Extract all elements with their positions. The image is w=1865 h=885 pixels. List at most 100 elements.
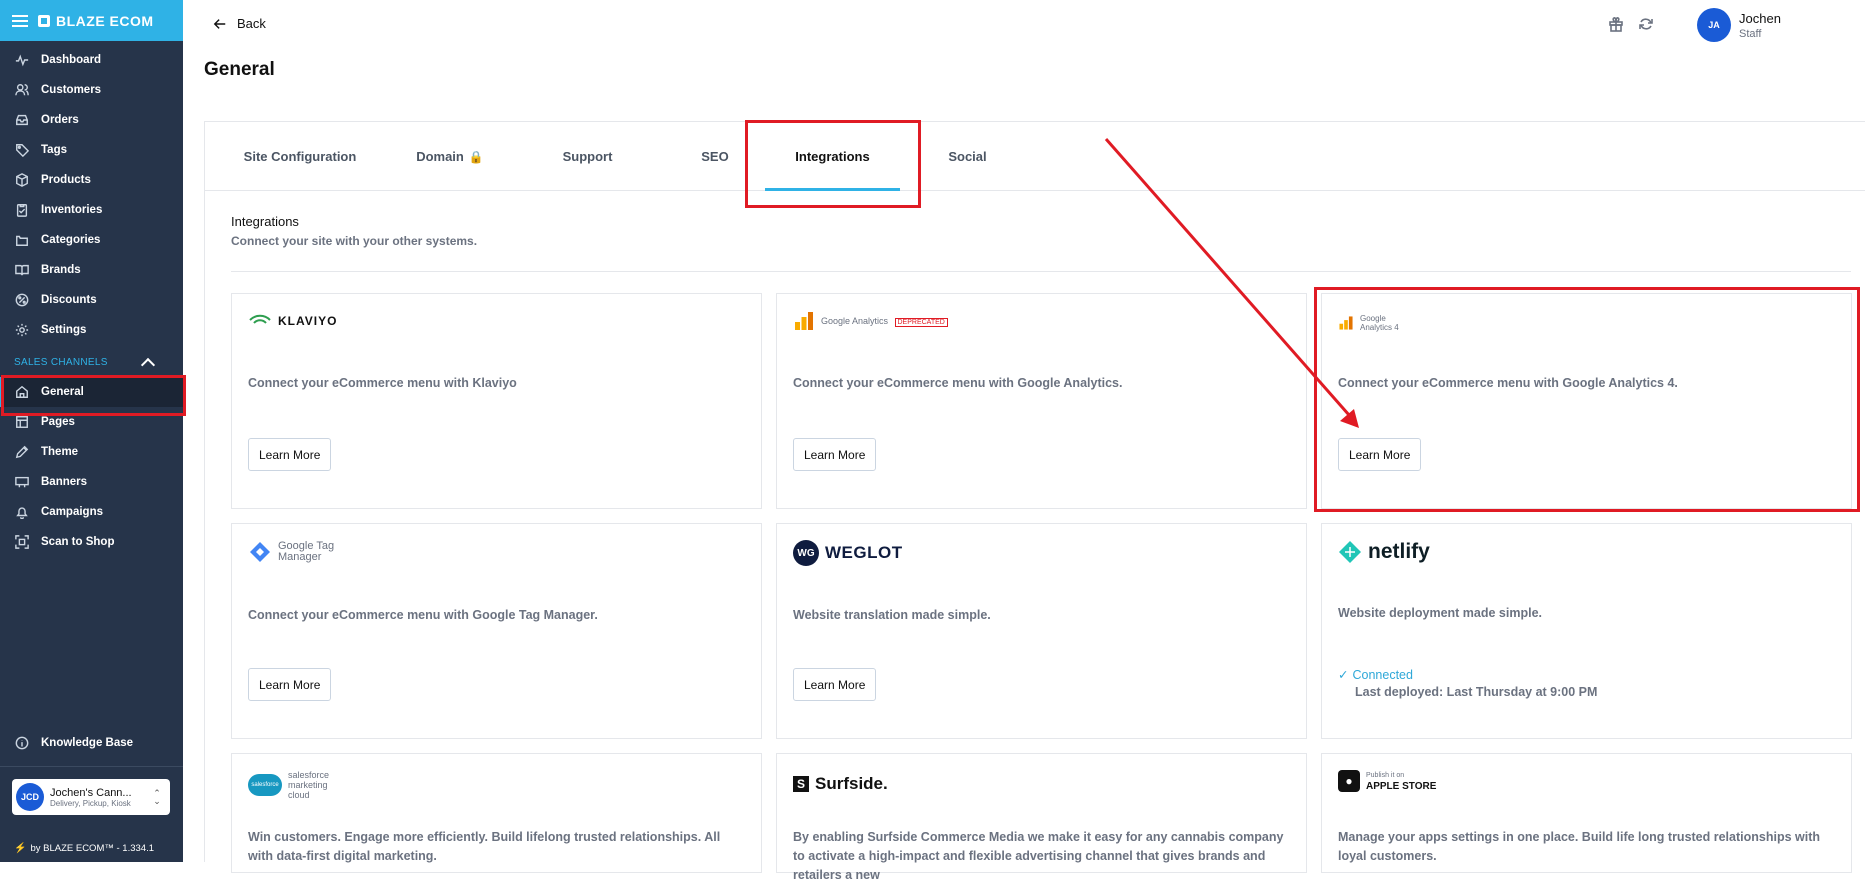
learn-more-button[interactable]: Learn More	[248, 668, 332, 701]
customers-icon	[15, 84, 29, 96]
sidebar-item-label: Knowledge Base	[41, 737, 134, 749]
tag-icon	[16, 144, 29, 157]
gift-icon[interactable]	[1608, 16, 1624, 32]
blaze-logo-icon	[38, 14, 50, 27]
tag-manager-icon	[250, 542, 270, 562]
sidebar-item-label: Campaigns	[41, 506, 103, 518]
arrow-left-icon	[213, 18, 226, 29]
user-role: Staff	[1739, 27, 1762, 40]
integration-card-klaviyo: KLAVIYO Connect your eCommerce menu with…	[231, 293, 762, 509]
dashboard-icon	[15, 54, 29, 67]
tab-social[interactable]: Social	[910, 122, 1025, 191]
sidebar-item-brands[interactable]: Brands	[0, 255, 183, 285]
sidebar-item-categories[interactable]: Categories	[0, 225, 183, 255]
sidebar-item-label: Pages	[41, 416, 75, 428]
card-description: Connect your eCommerce menu with Klaviyo	[248, 376, 517, 390]
sidebar-item-orders[interactable]: Orders	[0, 105, 183, 135]
page-title: General	[204, 59, 275, 80]
back-button[interactable]: Back	[213, 16, 266, 31]
integration-card-google-analytics: Google Analytics DEPRECATED Connect your…	[776, 293, 1307, 509]
sidebar-item-customers[interactable]: Customers	[0, 75, 183, 105]
learn-more-button[interactable]: Learn More	[248, 438, 332, 471]
integration-card-netlify: netlify Website deployment made simple. …	[1321, 523, 1852, 739]
sidebar-item-label: Categories	[41, 234, 101, 246]
user-info: Jochen Staff	[1739, 11, 1781, 40]
sidebar-item-label: Products	[41, 174, 91, 186]
sidebar-item-banners[interactable]: Banners	[0, 467, 183, 497]
store-switcher[interactable]: JCD Jochen's Cann... Delivery, Pickup, K…	[12, 779, 170, 815]
sidebar-item-dashboard[interactable]: Dashboard	[0, 45, 183, 75]
section-label: SALES CHANNELS	[14, 356, 108, 368]
last-deployed: Last deployed: Last Thursday at 9:00 PM	[1355, 685, 1598, 699]
card-description: Manage your apps settings in one place. …	[1338, 830, 1821, 863]
card-description: Connect your eCommerce menu with Google …	[793, 376, 1123, 390]
tab-site-configuration[interactable]: Site Configuration	[225, 122, 375, 191]
inventory-icon	[16, 204, 28, 217]
discount-icon	[15, 293, 29, 307]
sidebar-item-tags[interactable]: Tags	[0, 135, 183, 165]
section-divider	[231, 271, 1851, 272]
store-name: Jochen's Cann...	[50, 786, 132, 799]
learn-more-button[interactable]: Learn More	[793, 668, 877, 701]
integration-card-surfside: S Surfside. By enabling Surfside Commerc…	[776, 753, 1307, 882]
avatar: JA	[1697, 8, 1731, 42]
sidebar-item-products[interactable]: Products	[0, 165, 183, 195]
sidebar-item-knowledge-base[interactable]: Knowledge Base	[0, 728, 183, 758]
learn-more-button[interactable]: Learn More	[793, 438, 877, 471]
weglot-logo: WG WEGLOT	[793, 540, 903, 566]
lock-icon: 🔒	[468, 149, 484, 164]
tab-label: Site Configuration	[243, 149, 357, 164]
tab-label: SEO	[701, 149, 729, 164]
orders-icon	[16, 114, 28, 126]
refresh-icon[interactable]	[1638, 16, 1654, 32]
header-actions	[1608, 16, 1654, 32]
highlight-box-google-analytics-4	[1314, 287, 1860, 512]
store-modes: Delivery, Pickup, Kiosk	[50, 798, 131, 808]
brand-bar: BLAZE ECOM	[0, 0, 183, 41]
user-menu[interactable]: JA Jochen Staff	[1697, 8, 1781, 42]
sidebar-item-settings[interactable]: Settings	[0, 315, 183, 345]
banner-icon	[15, 476, 29, 488]
sidebar-item-theme[interactable]: Theme	[0, 437, 183, 467]
google-analytics-logo: Google Analytics DEPRECATED	[793, 310, 948, 332]
user-name: Jochen	[1739, 10, 1781, 26]
tab-support[interactable]: Support	[525, 122, 650, 191]
sidebar-item-discounts[interactable]: Discounts	[0, 285, 183, 315]
sales-channels-header[interactable]: SALES CHANNELS	[0, 347, 183, 377]
tab-domain[interactable]: Domain 🔒	[385, 122, 515, 191]
logo-text: KLAVIYO	[278, 314, 338, 328]
klaviyo-logo: KLAVIYO	[248, 314, 337, 328]
logo-prefix: Publish it on	[1366, 772, 1405, 779]
products-icon	[16, 173, 28, 187]
scan-icon	[15, 535, 29, 549]
apple-store-logo: ● Publish it on APPLE STORE	[1338, 770, 1436, 792]
sidebar-item-campaigns[interactable]: Campaigns	[0, 497, 183, 527]
sidebar-item-inventories[interactable]: Inventories	[0, 195, 183, 225]
sidebar-item-label: Banners	[41, 476, 88, 488]
bolt-icon: ⚡	[14, 843, 27, 854]
store-info: Jochen's Cann... Delivery, Pickup, Kiosk	[50, 787, 146, 808]
logo-text: WEGLOT	[825, 543, 903, 562]
store-avatar: JCD	[16, 783, 44, 811]
sidebar-item-label: Tags	[41, 144, 67, 156]
sidebar-item-label: Brands	[41, 264, 81, 276]
highlight-box-general	[1, 375, 186, 416]
logo-text: Surfside.	[815, 774, 888, 793]
card-description: By enabling Surfside Commerce Media we m…	[793, 830, 1284, 882]
bell-icon	[16, 507, 28, 519]
netlify-logo: netlify	[1338, 540, 1430, 564]
weglot-icon: WG	[793, 540, 819, 566]
sidebar-item-label: Scan to Shop	[41, 536, 115, 548]
logo-text: Google Tag Manager	[278, 540, 335, 563]
section-subtitle: Connect your site with your other system…	[231, 234, 478, 248]
chevron-updown-icon: ⌃ ⌄	[153, 788, 161, 806]
card-description: Connect your eCommerce menu with Google …	[248, 608, 598, 622]
tab-label: Social	[948, 149, 987, 164]
version-text: by BLAZE ECOM™ - 1.334.1	[30, 843, 154, 854]
surfside-logo: S Surfside.	[793, 774, 888, 794]
integration-card-apple-store: ● Publish it on APPLE STORE Manage your …	[1321, 753, 1852, 873]
back-label: Back	[237, 16, 266, 31]
hamburger-menu-icon[interactable]	[12, 14, 28, 27]
sidebar-item-scan-to-shop[interactable]: Scan to Shop	[0, 527, 183, 557]
brand-logo[interactable]: BLAZE ECOM	[38, 13, 154, 29]
